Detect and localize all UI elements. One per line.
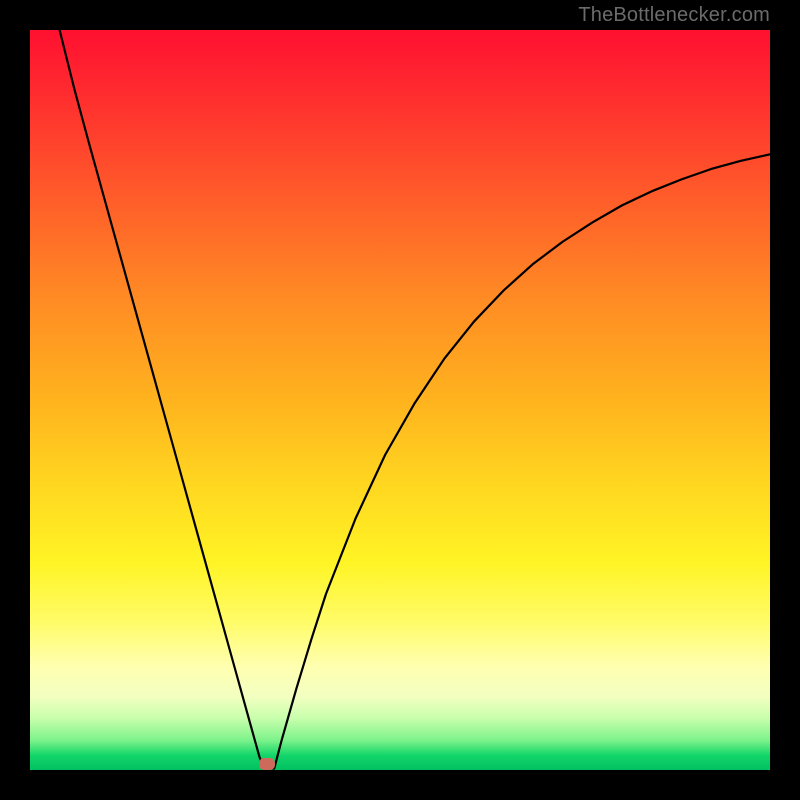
plot-area [30, 30, 770, 770]
attribution-text: TheBottlenecker.com [578, 4, 770, 27]
bottleneck-curve [30, 30, 770, 770]
optimal-point-marker [259, 758, 275, 770]
chart-frame: TheBottlenecker.com [0, 0, 800, 800]
